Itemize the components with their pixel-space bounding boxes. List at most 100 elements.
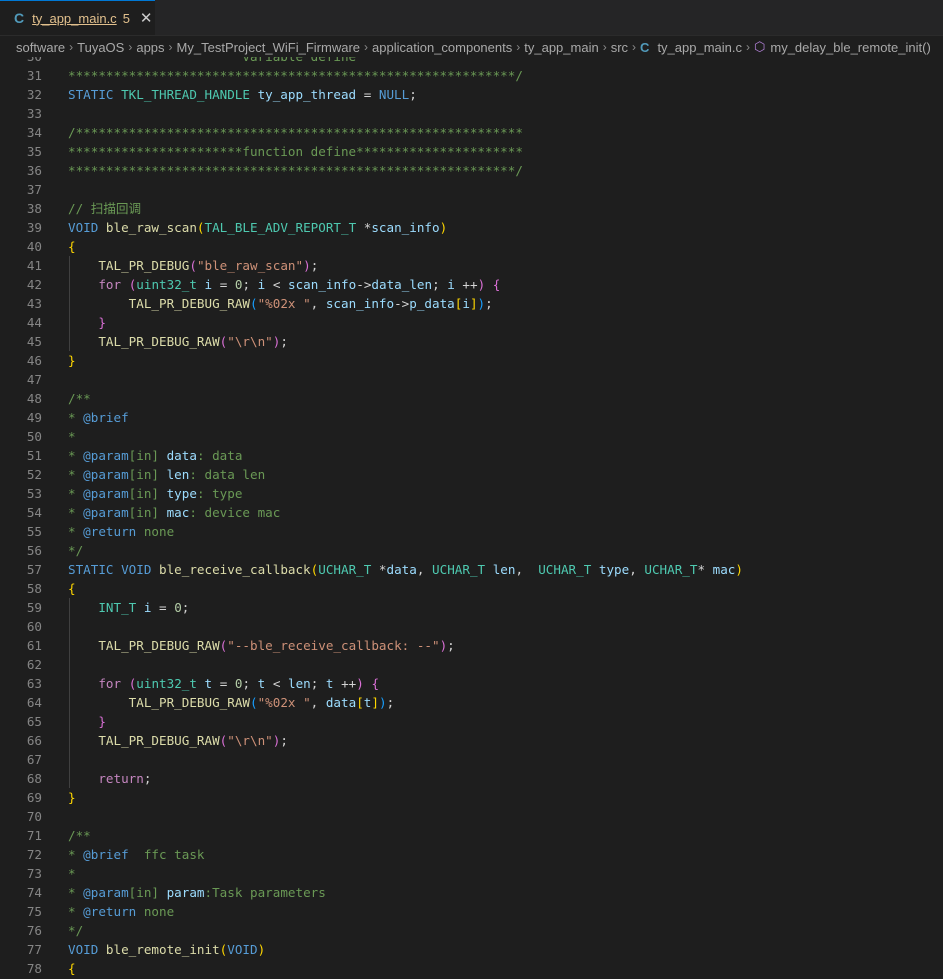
code-line[interactable]: 66 TAL_PR_DEBUG_RAW("\r\n"); [0, 731, 943, 750]
line-number: 47 [26, 372, 42, 387]
code-line[interactable]: 65 } [0, 712, 943, 731]
breadcrumb-item[interactable]: apps [136, 40, 164, 55]
code-token: mac [166, 505, 190, 520]
indent-guide [69, 598, 70, 788]
code-token: "%02x " [257, 695, 311, 710]
breadcrumb-item[interactable]: ty_app_main [524, 40, 598, 55]
code-line[interactable]: 68 return; [0, 769, 943, 788]
code-line[interactable]: 63 for (uint32_t t = 0; t < len; t ++) { [0, 674, 943, 693]
breadcrumb-item[interactable]: src [611, 40, 628, 55]
code-token: i [462, 296, 470, 311]
line-number: 58 [26, 581, 42, 596]
breadcrumb-item[interactable]: My_TestProject_WiFi_Firmware [177, 40, 360, 55]
code-line[interactable]: 38 // 扫描回调 [0, 199, 943, 218]
code-line[interactable]: 34 /*************************************… [0, 123, 943, 142]
code-token: * [68, 467, 84, 482]
code-line[interactable]: 32 STATIC TKL_THREAD_HANDLE ty_app_thread… [0, 85, 943, 104]
code-line[interactable]: 53 * @param[in] type: type [0, 484, 943, 503]
code-text: * @param[in] type: type [68, 484, 242, 503]
breadcrumb-item[interactable]: TuyaOS [77, 40, 124, 55]
line-number: 73 [26, 866, 42, 881]
code-line[interactable]: 67 [0, 750, 943, 769]
code-line[interactable]: 60 [0, 617, 943, 636]
line-number: 62 [26, 657, 42, 672]
code-line[interactable]: 69} [0, 788, 943, 807]
code-line[interactable]: 35 ***********************function define… [0, 142, 943, 161]
code-line[interactable]: 39 VOID ble_raw_scan(TAL_BLE_ADV_REPORT_T… [0, 218, 943, 237]
code-text: TAL_PR_DEBUG_RAW("%02x ", data[t]); [68, 693, 394, 712]
code-text: * @return none [68, 522, 174, 541]
code-token: data [166, 448, 197, 463]
code-line[interactable]: 57 STATIC VOID ble_receive_callback(UCHAR… [0, 560, 943, 579]
code-line[interactable]: 51 * @param[in] data: data [0, 446, 943, 465]
line-number: 53 [26, 486, 42, 501]
code-line[interactable]: 30 variable define [0, 57, 943, 66]
code-token: /***************************************… [68, 125, 523, 140]
code-line[interactable]: 52 * @param[in] len: data len [0, 465, 943, 484]
code-line[interactable]: 33 [0, 104, 943, 123]
close-icon[interactable]: ✕ [140, 9, 153, 27]
code-line[interactable]: 75 * @return none [0, 902, 943, 921]
breadcrumb-item[interactable]: application_components [372, 40, 512, 55]
code-line[interactable]: 58 { [0, 579, 943, 598]
code-line[interactable]: 70 [0, 807, 943, 826]
code-line[interactable]: 56 */ [0, 541, 943, 560]
breadcrumb-item[interactable]: software [16, 40, 65, 55]
code-text: { [68, 237, 76, 256]
code-token: ; [242, 277, 258, 292]
code-line[interactable]: 40 { [0, 237, 943, 256]
code-line[interactable]: 48 /** [0, 389, 943, 408]
code-token: uint32_t [136, 277, 205, 292]
code-token: , [310, 296, 326, 311]
code-line[interactable]: 49 * @brief [0, 408, 943, 427]
code-token: ; [310, 676, 326, 691]
line-number: 69 [26, 790, 42, 805]
code-token: ; [409, 87, 417, 102]
code-line[interactable]: 31 **************************************… [0, 66, 943, 85]
code-line[interactable]: 77 VOID ble_remote_init(VOID) [0, 940, 943, 959]
code-token: variable define [68, 57, 356, 64]
code-line[interactable]: 71 /** [0, 826, 943, 845]
code-line[interactable]: 54 * @param[in] mac: device mac [0, 503, 943, 522]
code-line[interactable]: 47 [0, 370, 943, 389]
code-line[interactable]: 59 INT_T i = 0; [0, 598, 943, 617]
code-line[interactable]: 74 * @param[in] param:Task parameters [0, 883, 943, 902]
code-token: @param [83, 486, 129, 501]
code-token: len [492, 562, 516, 577]
code-line[interactable]: 37 [0, 180, 943, 199]
code-line[interactable]: 76 */ [0, 921, 943, 940]
code-token: { [371, 676, 380, 691]
code-line[interactable]: 73 * [0, 864, 943, 883]
code-line[interactable]: 50 * [0, 427, 943, 446]
code-token: data [325, 695, 357, 710]
code-text: TAL_PR_DEBUG("ble_raw_scan"); [68, 256, 318, 275]
code-token: } [68, 790, 76, 805]
code-token: @param [83, 448, 129, 463]
code-text: STATIC TKL_THREAD_HANDLE ty_app_thread =… [68, 85, 417, 104]
code-line[interactable]: 45 TAL_PR_DEBUG_RAW("\r\n"); [0, 332, 943, 351]
code-line[interactable]: 72 * @brief ffc task [0, 845, 943, 864]
breadcrumb-symbol[interactable]: my_delay_ble_remote_init() [770, 40, 930, 55]
code-line[interactable]: 44 } [0, 313, 943, 332]
code-line[interactable]: 61 TAL_PR_DEBUG_RAW("--ble_receive_callb… [0, 636, 943, 655]
tab-ty-app-main[interactable]: C ty_app_main.c 5 ✕ [0, 0, 155, 35]
code-token: ) [378, 695, 387, 710]
code-token: * [68, 866, 76, 881]
line-number: 52 [26, 467, 42, 482]
code-line[interactable]: 62 [0, 655, 943, 674]
code-line[interactable]: 55 * @return none [0, 522, 943, 541]
breadcrumb-file[interactable]: ty_app_main.c [657, 40, 742, 55]
code-line[interactable]: 36 **************************************… [0, 161, 943, 180]
code-line[interactable]: 42 for (uint32_t i = 0; i < scan_info->d… [0, 275, 943, 294]
code-editor[interactable]: 30 variable define31********************… [0, 57, 943, 979]
code-line[interactable]: 43 TAL_PR_DEBUG_RAW("%02x ", scan_info->… [0, 294, 943, 313]
code-line[interactable]: 46} [0, 351, 943, 370]
code-line[interactable]: 64 TAL_PR_DEBUG_RAW("%02x ", data[t]); [0, 693, 943, 712]
code-text: * @brief ffc task [68, 845, 205, 864]
code-token: * [68, 410, 84, 425]
code-line[interactable]: 78 { [0, 959, 943, 978]
code-line[interactable]: 41 TAL_PR_DEBUG("ble_raw_scan"); [0, 256, 943, 275]
code-token: mac [712, 562, 736, 577]
code-token: ; [485, 296, 493, 311]
